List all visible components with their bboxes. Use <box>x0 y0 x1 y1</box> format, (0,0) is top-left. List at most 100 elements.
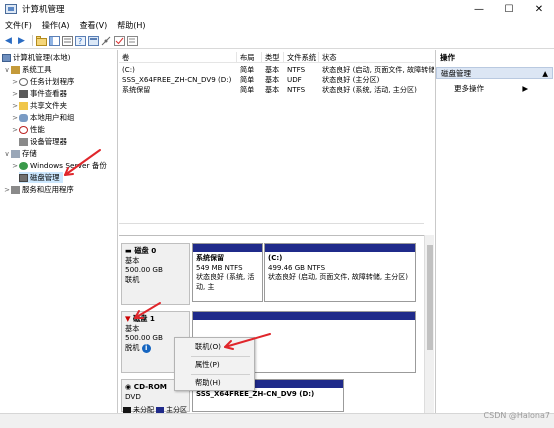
actions-group[interactable]: 磁盘管理 ▲ <box>436 67 553 79</box>
partition-status: 状态良好 (启动, 页面文件, 故障转储, 主分区) <box>268 273 409 281</box>
more-actions[interactable]: 更多操作 ▶ <box>454 83 528 94</box>
back-icon[interactable]: ◀ <box>3 35 14 46</box>
backup-icon <box>19 161 28 170</box>
expand-icon[interactable]: > <box>11 114 19 122</box>
window-title: 计算机管理 <box>22 5 65 15</box>
volume-row[interactable]: SSS_X64FREE_ZH-CN_DV9 (D:) 简单 基本 UDF 状态良… <box>119 75 434 85</box>
tree-device-manager-label: 设备管理器 <box>30 137 67 146</box>
tree-root-label: 计算机管理(本地) <box>13 53 71 62</box>
watermark: CSDN @Halona7 <box>483 411 550 420</box>
volume-name: SSS_X64FREE_ZH-CN_DV9 (D:) <box>122 75 232 84</box>
column-filesystem[interactable]: 文件系统 <box>284 52 319 63</box>
expand-icon[interactable]: > <box>11 102 19 110</box>
partition-name: (C:) <box>268 254 283 262</box>
connect-icon[interactable] <box>101 35 112 46</box>
menu-help[interactable]: 帮助(H) <box>112 20 150 31</box>
partition-bar <box>265 244 415 252</box>
view-icon[interactable] <box>88 35 99 46</box>
column-layout[interactable]: 布局 <box>237 52 262 63</box>
expand-icon[interactable]: > <box>11 90 19 98</box>
expand-icon[interactable]: > <box>11 78 19 86</box>
tree-shared-folders[interactable]: > 共享文件夹 <box>11 100 67 111</box>
volume-type: 基本 <box>265 85 280 94</box>
tree-performance[interactable]: > 性能 <box>11 124 45 135</box>
event-viewer-icon <box>19 89 28 98</box>
disk-icon: ▬ <box>125 246 132 255</box>
menu-file[interactable]: 文件(F) <box>0 20 37 31</box>
volume-row[interactable]: 系统保留 简单 基本 NTFS 状态良好 (系统, 活动, 主分区) <box>119 85 434 95</box>
properties-icon[interactable] <box>62 35 73 46</box>
volume-type: 基本 <box>265 75 280 84</box>
users-icon <box>19 113 28 122</box>
volume-status: 状态良好 (启动, 页面文件, 故障转储 <box>322 65 434 74</box>
menu-action[interactable]: 操作(A) <box>37 20 75 31</box>
forward-icon[interactable]: ▶ <box>16 35 27 46</box>
tree-device-manager[interactable]: 设备管理器 <box>19 136 67 147</box>
up-folder-icon[interactable] <box>36 35 47 46</box>
menu-help-item[interactable]: 帮助(H) <box>195 378 221 388</box>
column-type[interactable]: 类型 <box>262 52 284 63</box>
export-icon[interactable] <box>127 35 138 46</box>
minimize-button[interactable]: — <box>464 0 494 18</box>
menu-separator <box>191 356 250 357</box>
disk-management-icon <box>19 173 28 182</box>
column-volume[interactable]: 卷 <box>119 52 237 63</box>
tree-local-users[interactable]: > 本地用户和组 <box>11 112 74 123</box>
tree-storage[interactable]: ∨ 存储 <box>3 148 37 159</box>
shared-folder-icon <box>19 101 28 110</box>
menu-view[interactable]: 查看(V) <box>75 20 113 31</box>
info-icon[interactable]: i <box>141 343 151 353</box>
vertical-scrollbar[interactable] <box>424 235 434 413</box>
tree-event-viewer[interactable]: > 事件查看器 <box>11 88 67 99</box>
partition-c[interactable]: (C:) 499.46 GB NTFS 状态良好 (启动, 页面文件, 故障转储… <box>264 243 416 302</box>
tree-services-apps[interactable]: > 服务和应用程序 <box>3 184 74 195</box>
menu-online[interactable]: 联机(O) <box>195 342 221 352</box>
cdrom-type: DVD <box>125 391 141 401</box>
computer-management-icon <box>5 4 17 14</box>
volume-row[interactable]: (C:) 简单 基本 NTFS 状态良好 (启动, 页面文件, 故障转储 <box>119 65 434 75</box>
actions-pane: 操作 磁盘管理 ▲ 更多操作 ▶ <box>435 50 554 413</box>
tree-task-scheduler[interactable]: > 任务计划程序 <box>11 76 74 87</box>
partition-size: 549 MB NTFS <box>196 263 243 272</box>
menu-properties[interactable]: 属性(P) <box>195 360 220 370</box>
tree-disk-management[interactable]: 磁盘管理 <box>19 172 63 183</box>
column-status[interactable]: 状态 <box>319 52 434 63</box>
tree-root[interactable]: 计算机管理(本地) <box>2 52 71 63</box>
scrollbar-thumb[interactable] <box>427 245 433 350</box>
tree-shared-folders-label: 共享文件夹 <box>30 101 67 110</box>
expand-icon[interactable]: > <box>3 186 11 194</box>
disk-management-pane: 卷 布局 类型 文件系统 状态 (C:) 简单 基本 NTFS 状态良好 (启动… <box>119 50 434 413</box>
services-icon <box>11 185 20 194</box>
tree-windows-backup[interactable]: > Windows Server 备份 <box>11 160 107 171</box>
toolbar: ◀ ▶ ? <box>0 33 554 49</box>
disk0-size: 500.00 GB <box>125 265 163 274</box>
partition-system-reserved[interactable]: 系统保留 549 MB NTFS 状态良好 (系统, 活动, 主 <box>192 243 263 302</box>
volume-layout: 简单 <box>240 85 255 94</box>
actions-title: 操作 <box>440 53 455 62</box>
collapse-up-icon[interactable]: ▲ <box>542 68 548 79</box>
maximize-button[interactable]: ☐ <box>494 0 524 18</box>
storage-icon <box>11 149 20 158</box>
menu-separator <box>191 374 250 375</box>
chevron-right-icon: ▶ <box>522 84 529 93</box>
disk0-status: 联机 <box>125 274 140 284</box>
cdrom-volume-name: SSS_X64FREE_ZH-CN_DV9 (D:) <box>196 390 315 398</box>
disk1-type: 基本 <box>125 323 140 333</box>
volume-type: 基本 <box>265 65 280 74</box>
close-button[interactable]: ✕ <box>524 0 554 18</box>
show-tree-icon[interactable] <box>49 35 60 46</box>
collapse-icon[interactable]: ∨ <box>3 66 11 74</box>
tree-system-tools[interactable]: ∨ 系统工具 <box>3 64 51 75</box>
tree-disk-management-label: 磁盘管理 <box>30 173 60 182</box>
expand-icon[interactable]: > <box>11 162 19 170</box>
disk0-label[interactable]: ▬ 磁盘 0 基本 500.00 GB 联机 <box>121 243 190 305</box>
help-icon[interactable]: ? <box>75 35 86 46</box>
expand-icon[interactable]: > <box>11 126 19 134</box>
collapse-icon[interactable]: ∨ <box>3 150 11 158</box>
actions-group-label: 磁盘管理 <box>441 69 471 78</box>
check-icon[interactable] <box>114 35 125 46</box>
tree-storage-label: 存储 <box>22 149 37 158</box>
tree-performance-label: 性能 <box>30 125 45 134</box>
horizontal-scrollbar[interactable] <box>119 223 424 231</box>
cdrom-title: CD-ROM <box>133 382 167 391</box>
